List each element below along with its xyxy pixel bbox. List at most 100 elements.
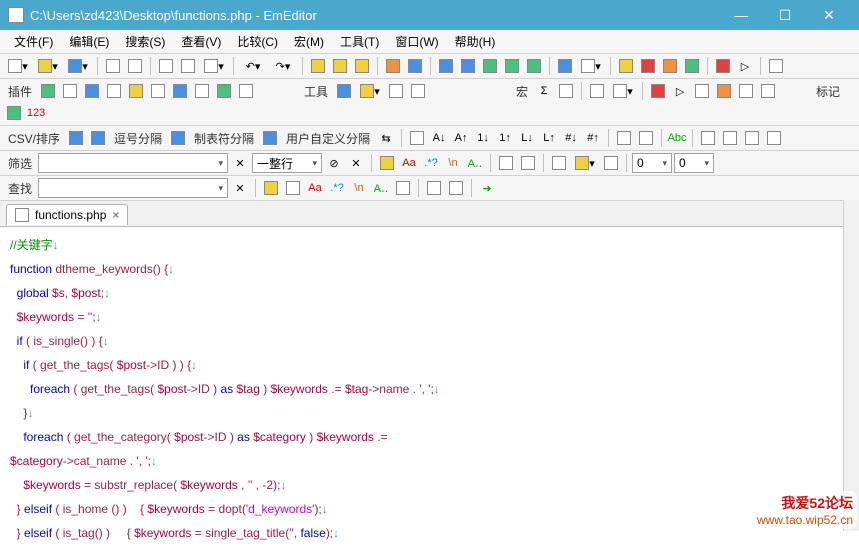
code-line[interactable]: } elseif ( is_tag() ) { $keywords = sing… (10, 521, 849, 545)
find-btn[interactable]: \n (349, 178, 369, 198)
find-btn[interactable]: .*? (327, 178, 347, 198)
csv-btn[interactable] (407, 128, 427, 148)
code-line[interactable]: $keywords = '';↓ (10, 305, 849, 329)
sort-btn[interactable]: #↑ (583, 128, 603, 148)
find-btn[interactable] (446, 178, 466, 198)
sort-desc-button[interactable]: A↑ (451, 128, 471, 148)
csv-btn[interactable] (742, 128, 762, 148)
tab-close-icon[interactable]: × (112, 208, 119, 222)
macro-rec-button[interactable] (648, 81, 668, 101)
view-btn3[interactable] (480, 56, 500, 76)
maximize-button[interactable]: ☐ (763, 0, 807, 30)
csv-tab-button[interactable] (168, 128, 188, 148)
code-line[interactable]: $keywords = substr_replace( $keywords , … (10, 473, 849, 497)
vertical-scrollbar[interactable] (843, 200, 859, 531)
filter-btn[interactable] (496, 153, 516, 173)
plugin-btn[interactable] (38, 81, 58, 101)
count-combo-1[interactable]: 0▾ (632, 153, 672, 173)
find-next-button[interactable]: ➜ (477, 178, 497, 198)
view-btn2[interactable] (458, 56, 478, 76)
open-file-button[interactable]: ▾ (34, 56, 62, 76)
explorer-button[interactable]: ▾ (356, 81, 384, 101)
view-btn1[interactable] (436, 56, 456, 76)
minimize-button[interactable]: — (719, 0, 763, 30)
plugin-btn[interactable] (126, 81, 146, 101)
plugin-btn[interactable] (236, 81, 256, 101)
macro-btn[interactable] (736, 81, 756, 101)
new-file-button[interactable]: ▾ (4, 56, 32, 76)
menu-v[interactable]: 查看(V) (173, 31, 229, 52)
tool-btn4[interactable] (638, 56, 658, 76)
csv-user-button[interactable] (260, 128, 280, 148)
sort-btn[interactable]: L↑ (539, 128, 559, 148)
sort-btn[interactable]: #↓ (561, 128, 581, 148)
tool-btn3[interactable] (616, 56, 636, 76)
close-button[interactable]: ✕ (807, 0, 851, 30)
cmd-button[interactable] (386, 81, 406, 101)
code-line[interactable]: }↓ (10, 401, 849, 425)
document-tab[interactable]: functions.php × (6, 204, 128, 225)
csv-btn[interactable] (66, 128, 86, 148)
find-btn[interactable]: A‥ (371, 178, 391, 198)
bookmark-button[interactable] (383, 56, 403, 76)
tool-btn2[interactable]: ▾ (577, 56, 605, 76)
csv-btn[interactable] (764, 128, 784, 148)
sort-btn[interactable]: 1↑ (495, 128, 515, 148)
find-files-button[interactable] (352, 56, 372, 76)
view-btn5[interactable] (524, 56, 544, 76)
code-line[interactable]: if ( is_single() ) {↓ (10, 329, 849, 353)
whole-word-button[interactable]: A‥ (465, 153, 485, 173)
macro-btn[interactable] (714, 81, 734, 101)
menu-e[interactable]: 编辑(E) (61, 31, 117, 52)
record-button[interactable] (713, 56, 733, 76)
filter-btn[interactable]: ⊘ (324, 153, 344, 173)
filter-btn[interactable]: ✕ (346, 153, 366, 173)
paste-button[interactable]: ▾ (200, 56, 228, 76)
tool-btn5[interactable] (660, 56, 680, 76)
plugin-btn[interactable] (170, 81, 190, 101)
csv-btn[interactable] (636, 128, 656, 148)
macro-btn[interactable] (587, 81, 607, 101)
csv-btn[interactable] (614, 128, 634, 148)
cut-button[interactable] (156, 56, 176, 76)
code-line[interactable]: function dtheme_keywords() {↓ (10, 257, 849, 281)
filter-btn[interactable] (518, 153, 538, 173)
lock-icon[interactable]: ▾ (571, 153, 599, 173)
find-button[interactable] (308, 56, 328, 76)
count-combo-2[interactable]: 0▾ (674, 153, 714, 173)
csv-comma-button[interactable] (88, 128, 108, 148)
ie-icon[interactable] (334, 81, 354, 101)
code-line[interactable]: } elseif ( is_home () ) { $keywords = do… (10, 497, 849, 521)
copy-button[interactable] (178, 56, 198, 76)
mark-btn[interactable]: 123 (26, 103, 46, 123)
menu-w[interactable]: 窗口(W) (387, 31, 446, 52)
wholeline-combo[interactable]: 一整行▾ (252, 153, 322, 173)
wrench-icon[interactable] (766, 56, 786, 76)
escape-button[interactable]: \n (443, 153, 463, 173)
find-btn[interactable] (283, 178, 303, 198)
macro-btn[interactable]: ▾ (609, 81, 637, 101)
csv-btn[interactable] (720, 128, 740, 148)
plugin-btn[interactable] (148, 81, 168, 101)
csv-btn[interactable]: ⇆ (376, 128, 396, 148)
sort-btn[interactable]: L↓ (517, 128, 537, 148)
menu-f[interactable]: 文件(F) (6, 31, 61, 52)
code-line[interactable]: if ( get_the_tags( $post->ID ) ) {↓ (10, 353, 849, 377)
csv-btn[interactable] (698, 128, 718, 148)
view-btn4[interactable] (502, 56, 522, 76)
code-editor[interactable]: //关键字↓function dtheme_keywords() {↓ glob… (0, 227, 859, 557)
tools-btn[interactable] (408, 81, 428, 101)
sort-btn[interactable]: 1↓ (473, 128, 493, 148)
replace-button[interactable] (330, 56, 350, 76)
mark-btn[interactable] (4, 103, 24, 123)
sort-asc-button[interactable]: A↓ (429, 128, 449, 148)
code-line[interactable]: global $s, $post;↓ (10, 281, 849, 305)
filter-btn[interactable] (601, 153, 621, 173)
redo-button[interactable]: ↷▾ (269, 56, 297, 76)
match-case-button[interactable]: Aa (399, 153, 419, 173)
macro-btn[interactable] (758, 81, 778, 101)
spellcheck-icon[interactable]: Abc (667, 128, 687, 148)
tool-btn6[interactable] (682, 56, 702, 76)
code-line[interactable]: foreach ( get_the_category( $post->ID ) … (10, 425, 849, 449)
regex-button[interactable]: .*? (421, 153, 441, 173)
